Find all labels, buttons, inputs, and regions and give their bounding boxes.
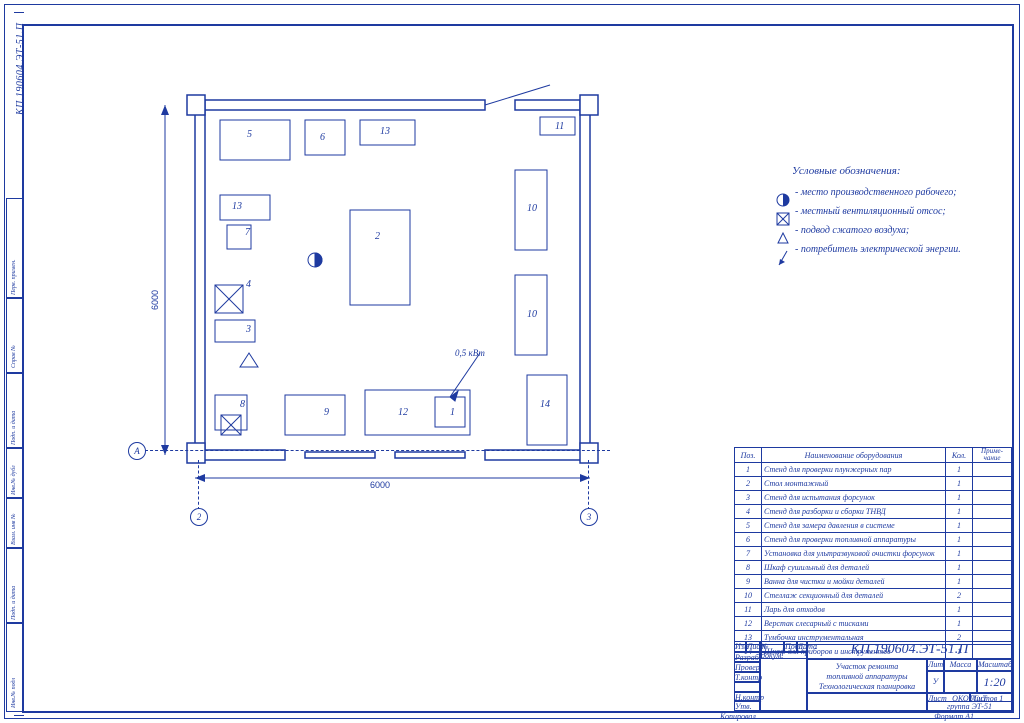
dim-h <box>190 468 600 498</box>
eq-2: 2 <box>375 232 380 242</box>
eq-8: 8 <box>240 400 245 410</box>
table-row: 10Стеллаж секционный для деталей2 <box>735 589 1012 603</box>
table-row: 7Установка для ультразвуковой очистки фо… <box>735 547 1012 561</box>
axis-v-2 <box>198 460 199 510</box>
tb-u: У <box>927 671 944 693</box>
tb-razrab: Разраб <box>734 652 760 662</box>
tb-tkontr: Т.контр <box>734 672 760 682</box>
eq-4: 4 <box>246 280 251 290</box>
tb-mash: Масштаб <box>977 659 1012 671</box>
lbl-invdubl: Инв.№ дубл <box>11 465 17 495</box>
eq-10u: 10 <box>527 204 537 214</box>
tb-title-l2: топливной аппаратуры <box>826 672 907 681</box>
eq-1: 1 <box>450 408 455 418</box>
tb-list: Лист <box>746 641 760 652</box>
table-row: 1Стенд для проверки плунжерных пар1 <box>735 463 1012 477</box>
legend: Условные обозначения: - место производст… <box>767 165 1007 263</box>
table-row: 8Шкаф сушильный для деталей1 <box>735 561 1012 575</box>
hdr-name: Наименование оборудования <box>762 448 946 463</box>
lbl-invpod: Инв.№ подл <box>11 678 17 708</box>
kopirovat-lbl: Копировал <box>720 712 756 722</box>
tb-title: Участок ремонта топливной аппаратуры Тех… <box>807 659 927 693</box>
tb-izm: Изм <box>734 641 746 652</box>
tb-blank <box>734 682 760 692</box>
eq-14: 14 <box>540 400 550 410</box>
rotated-drawing-no: КП.190604.ЭТ-51.П <box>15 22 26 115</box>
tb-lit: Лит <box>927 659 944 671</box>
tb-ndoc: № докум. <box>760 641 784 652</box>
lbl-podpdata2: Подп. и дата <box>11 586 17 620</box>
table-row: 11Ларь для отходов1 <box>735 603 1012 617</box>
legend-text-3: - потребитель электрической энергии. <box>795 244 961 255</box>
legend-row-3: - потребитель электрической энергии. <box>767 244 1007 255</box>
eq-9: 9 <box>324 408 329 418</box>
format-lbl: Формат А1 <box>934 712 974 722</box>
legend-row-1: - местный вентиляционный отсос; <box>767 206 1007 217</box>
eq-6: 6 <box>320 133 325 143</box>
table-row: 3Стенд для испытания форсунок1 <box>735 491 1012 505</box>
tb-mass-v <box>944 671 977 693</box>
hdr-prim: Приме- чание <box>973 448 1012 463</box>
eq-13a: 13 <box>380 127 390 137</box>
dim-h-lbl: 6000 <box>150 290 160 310</box>
legend-text-1: - местный вентиляционный отсос; <box>795 206 946 217</box>
table-row: 5Стенд для замера давления в системе1 <box>735 519 1012 533</box>
spec-table: Поз. Наименование оборудования Кол. Прим… <box>734 447 1012 659</box>
tb-utv: Утв. <box>734 701 760 711</box>
tb-scale: 1:20 <box>977 671 1012 693</box>
eq-10l: 10 <box>527 310 537 320</box>
tb-title-l3: Технологическая планировка <box>819 682 915 691</box>
axis-3: 3 <box>580 508 598 526</box>
title-block: КП.190604.ЭТ-51.П Изм Лист № докум. Подп… <box>734 641 1012 711</box>
tb-mass: Масса <box>944 659 977 671</box>
eq-5: 5 <box>247 130 252 140</box>
eq-13b: 13 <box>232 202 242 212</box>
table-row: 12Верстак слесарный с тисками1 <box>735 617 1012 631</box>
drawing-sheet: КП.190604.ЭТ-51.П Подп. и дата Инв.№ дуб… <box>0 0 1024 723</box>
lbl-vzinv: Взам. инв № <box>11 513 17 545</box>
table-row: 9Ванна для чистки и мойки деталей1 <box>735 575 1012 589</box>
tb-org-l2: группа ЭТ-51 <box>947 702 992 711</box>
tb-title-l1: Участок ремонта <box>836 662 899 671</box>
axis-h-A <box>145 450 610 451</box>
table-row: 2Стол монтажный1 <box>735 477 1012 491</box>
axis-v-3 <box>588 460 589 510</box>
eq-7: 7 <box>245 228 250 238</box>
dim-v <box>150 95 190 475</box>
legend-title: Условные обозначения: <box>792 165 1007 177</box>
lbl-spravN: Справ № <box>11 345 17 368</box>
lbl-pervprim: Перв. примен. <box>11 259 17 295</box>
legend-text-0: - место производственного рабочего; <box>795 187 957 198</box>
axis-2: 2 <box>190 508 208 526</box>
tb-left-empty <box>760 652 807 711</box>
hdr-kol: Кол. <box>946 448 973 463</box>
table-row: 6Стенд для проверки топливной аппаратуры… <box>735 533 1012 547</box>
legend-text-2: - подвод сжатого воздуха; <box>795 225 909 236</box>
eq-11: 11 <box>555 122 564 132</box>
eq-12: 12 <box>398 408 408 418</box>
tb-prov: Провер <box>734 662 760 672</box>
legend-row-2: - подвод сжатого воздуха; <box>767 225 1007 236</box>
legend-row-0: - место производственного рабочего; <box>767 187 1007 198</box>
lbl-podpdata: Подп. и дата <box>11 411 17 445</box>
power-lbl: 0,5 кВт <box>455 348 485 358</box>
eq-3: 3 <box>246 325 251 335</box>
tb-blank2 <box>807 693 927 711</box>
tb-org: ОКОТСиТ группа ЭТ-51 <box>927 693 1012 711</box>
tb-data: Дата <box>797 641 807 652</box>
dim-w-lbl: 6000 <box>370 480 390 490</box>
tb-drawing-no: КП.190604.ЭТ-51.П <box>807 641 1012 659</box>
table-row: 4Стенд для разборки и сборки ТНВД1 <box>735 505 1012 519</box>
axis-A: А <box>128 442 146 460</box>
tb-podp: Подп. <box>784 641 797 652</box>
floor-plan <box>145 95 645 495</box>
hdr-poz: Поз. <box>735 448 762 463</box>
tb-nkontr: Н.контр <box>734 692 760 701</box>
